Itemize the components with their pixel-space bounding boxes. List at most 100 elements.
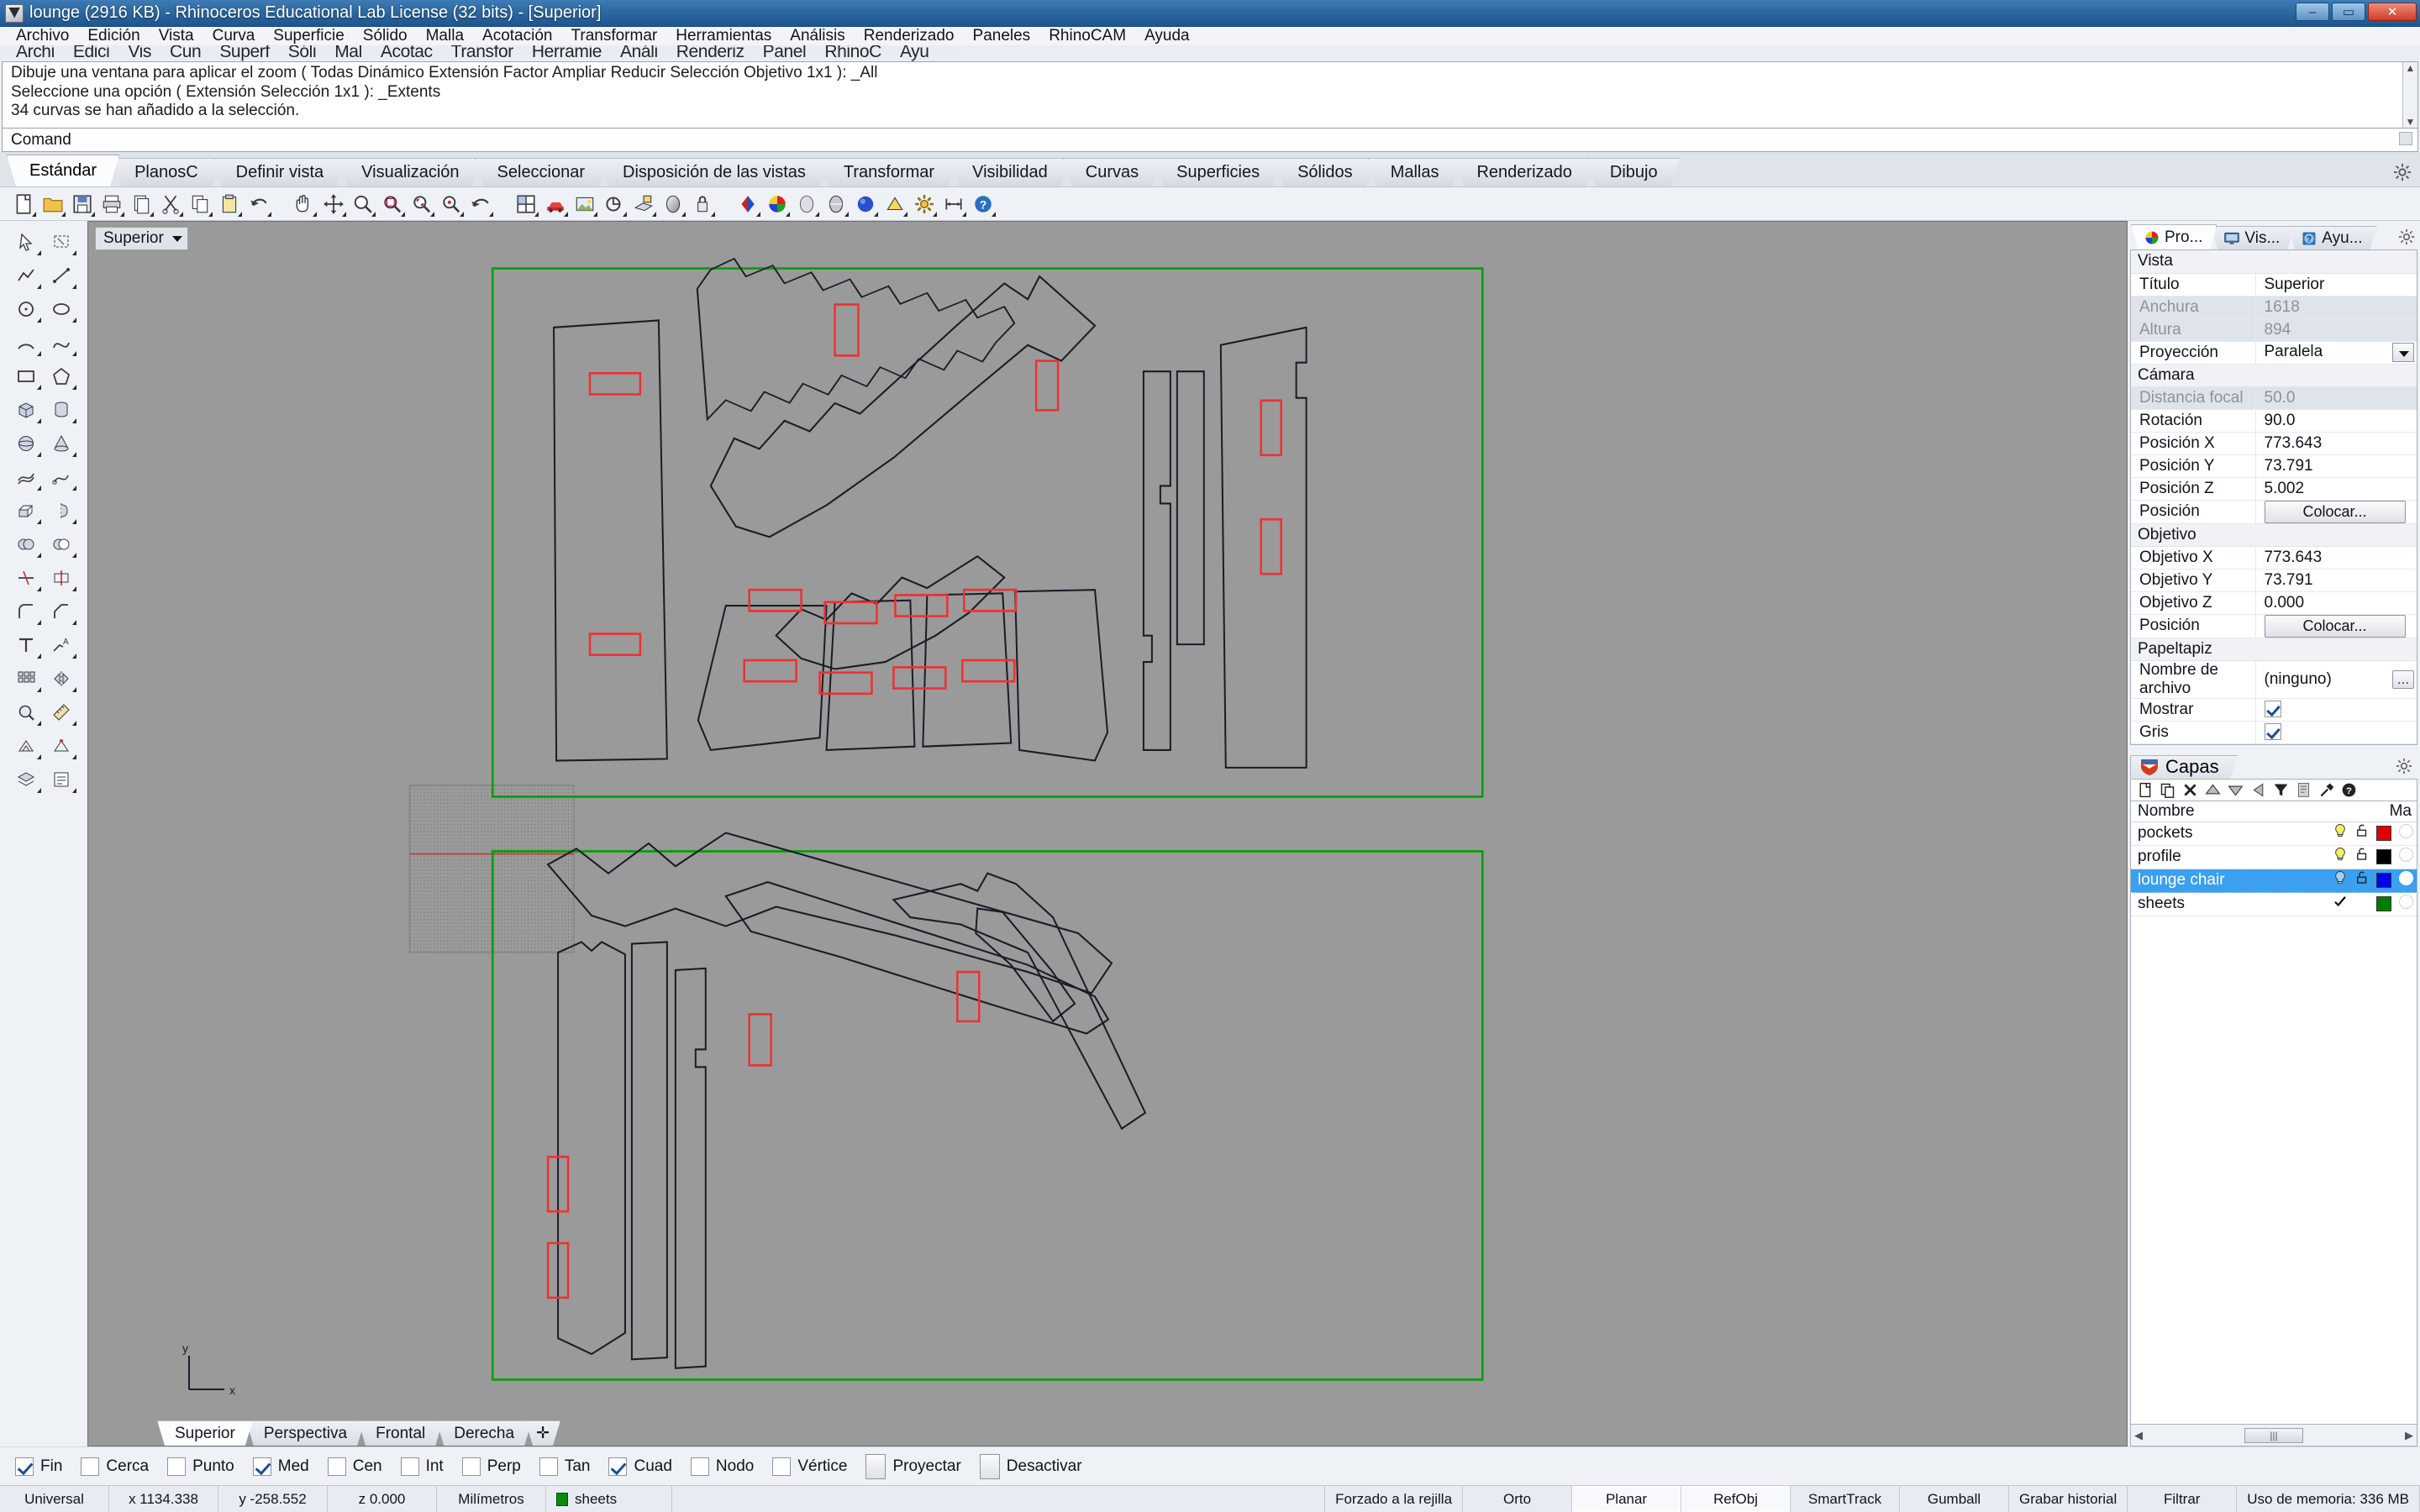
menu-bg-mal[interactable]: Mal: [325, 43, 371, 60]
trim-icon[interactable]: [11, 564, 41, 591]
menu-bg-rhinoc[interactable]: RhinoC: [815, 43, 891, 60]
rectangle-icon[interactable]: [11, 362, 41, 390]
new-file-icon[interactable]: [12, 192, 36, 217]
ribbon-tab-seleccionar[interactable]: Seleccionar: [475, 158, 608, 186]
menu-bg-cun[interactable]: Cun: [160, 43, 210, 60]
ribbon-tab-visibilidad[interactable]: Visibilidad: [950, 158, 1071, 186]
mesh-edit-icon[interactable]: [46, 732, 76, 759]
menu-bg-s-li[interactable]: Sóli: [279, 43, 325, 60]
osnap-checkbox[interactable]: [461, 1457, 481, 1476]
layers-tab[interactable]: Capas: [2130, 755, 2238, 779]
layer-visibility-icon[interactable]: [2329, 823, 2351, 843]
osnap-checkbox[interactable]: [690, 1457, 709, 1476]
layer-row[interactable]: sheets: [2131, 893, 2417, 916]
command-history-scrollbar[interactable]: ▲ ▼: [2402, 62, 2417, 128]
status-grabar-historial[interactable]: Grabar historial: [2009, 1486, 2128, 1512]
layers-gear-icon[interactable]: [2396, 758, 2412, 774]
osnap-cerca[interactable]: Cerca: [81, 1457, 149, 1476]
menu-malla[interactable]: Malla: [417, 28, 473, 45]
sphere-solid-icon[interactable]: [11, 429, 41, 457]
status-gumball[interactable]: Gumball: [1900, 1486, 2010, 1512]
render-preview-icon[interactable]: [573, 192, 597, 217]
menu-bg-herramie[interactable]: Herramie: [523, 43, 611, 60]
status-y-258-552[interactable]: y -258.552: [218, 1486, 328, 1512]
zoom-extents-icon[interactable]: [410, 192, 434, 217]
array-icon[interactable]: [11, 664, 41, 692]
menu-an-lisis[interactable]: Análisis: [781, 28, 854, 45]
help-icon[interactable]: ?: [971, 192, 996, 217]
viewport-superior[interactable]: Superior y x Superior Perspectiva Fronta…: [87, 221, 2128, 1446]
copy-to-clipboard-icon[interactable]: [129, 192, 154, 217]
mirror-icon[interactable]: [46, 664, 76, 692]
curve-icon[interactable]: [46, 328, 76, 356]
color-wheel-icon[interactable]: [765, 192, 790, 217]
layer-row[interactable]: lounge chair: [2131, 869, 2417, 893]
cylinder-icon[interactable]: [46, 396, 76, 423]
properties-icon[interactable]: [46, 765, 76, 793]
menu-acotaci-n[interactable]: Acotación: [473, 28, 561, 45]
ribbon-tab-renderizado[interactable]: Renderizado: [1454, 158, 1594, 186]
text-icon[interactable]: [11, 631, 41, 659]
shaded-icon[interactable]: [661, 192, 686, 217]
xray-icon[interactable]: [824, 192, 849, 217]
dimension-icon[interactable]: [942, 192, 966, 217]
menu-herramientas[interactable]: Herramientas: [666, 28, 781, 45]
new-layer-icon[interactable]: [2136, 781, 2154, 799]
status-uso-de-memoria-336-mb[interactable]: Uso de memoria: 336 MB: [2237, 1486, 2420, 1512]
layer-current-icon[interactable]: [2329, 894, 2351, 914]
tools-hammer-icon[interactable]: [2317, 781, 2335, 799]
ribbon-tab-planosc[interactable]: PlanosC: [112, 158, 221, 186]
scroll-up-icon[interactable]: ▲: [2403, 62, 2417, 74]
osnap-checkbox[interactable]: [252, 1457, 271, 1476]
osnap-checkbox[interactable]: [327, 1457, 346, 1476]
arc-icon[interactable]: [11, 328, 41, 356]
render-color-icon[interactable]: [736, 192, 760, 217]
polyline-icon[interactable]: [11, 261, 41, 289]
flat-shade-icon[interactable]: [883, 192, 908, 217]
status-filtrar[interactable]: Filtrar: [2128, 1486, 2238, 1512]
layer-lock-icon[interactable]: [2351, 823, 2373, 843]
render-icon[interactable]: [544, 192, 568, 217]
undo-icon[interactable]: [247, 192, 271, 217]
layer-color-swatch[interactable]: [2373, 824, 2395, 843]
menu-ayuda[interactable]: Ayuda: [1135, 28, 1199, 45]
layer-visibility-icon[interactable]: [2329, 847, 2351, 867]
viewport-layout-icon[interactable]: [514, 192, 539, 217]
ribbon-tab-transformar[interactable]: Transformar: [821, 158, 957, 186]
menu-bg-renderiz[interactable]: Renderiz: [667, 43, 754, 60]
panel-tab-pro[interactable]: Pro...: [2131, 224, 2217, 249]
property-checkbox[interactable]: [2264, 701, 2281, 718]
osnap-perp[interactable]: Perp: [461, 1457, 521, 1476]
ellipse-icon[interactable]: [46, 295, 76, 323]
revolve-icon[interactable]: [46, 496, 76, 524]
osnap-checkbox[interactable]: [15, 1457, 34, 1476]
status-orto[interactable]: Orto: [1463, 1486, 1573, 1512]
layer-row[interactable]: profile: [2131, 846, 2417, 869]
menu-bg-vis[interactable]: Vis: [118, 43, 160, 60]
osnap-punto[interactable]: Punto: [167, 1457, 234, 1476]
command-prompt[interactable]: Comand: [2, 129, 2418, 152]
menu-bg-transfor[interactable]: Transfor: [442, 43, 523, 60]
osnap-checkbox[interactable]: [979, 1453, 1000, 1479]
ribbon-tab-definir-vista[interactable]: Definir vista: [213, 158, 346, 186]
projection-dropdown-arrow[interactable]: [2392, 343, 2414, 362]
osnap-checkbox[interactable]: [539, 1457, 558, 1476]
menu-bg-archi[interactable]: Archi: [7, 43, 64, 60]
analyze-icon[interactable]: [11, 698, 41, 726]
status-universal[interactable]: Universal: [0, 1486, 109, 1512]
menu-paneles[interactable]: Paneles: [964, 28, 1040, 45]
menu-edici-n[interactable]: Edición: [78, 28, 149, 45]
copy-icon[interactable]: [188, 192, 213, 217]
sphere-icon[interactable]: [854, 192, 878, 217]
zoom-window-icon[interactable]: [381, 192, 405, 217]
layer-material-swatch[interactable]: [2395, 870, 2417, 890]
zoom-icon[interactable]: [351, 192, 376, 217]
move-left-icon[interactable]: [2249, 781, 2267, 799]
menu-curva[interactable]: Curva: [203, 28, 265, 45]
lock-icon[interactable]: [691, 192, 715, 217]
zoom-selected-icon[interactable]: [439, 192, 464, 217]
osnap-checkbox[interactable]: [865, 1453, 886, 1479]
command-prompt-scroll-icon[interactable]: [2399, 132, 2412, 145]
layer-lock-icon[interactable]: [2351, 870, 2373, 890]
status-z-0-000[interactable]: z 0.000: [328, 1486, 437, 1512]
